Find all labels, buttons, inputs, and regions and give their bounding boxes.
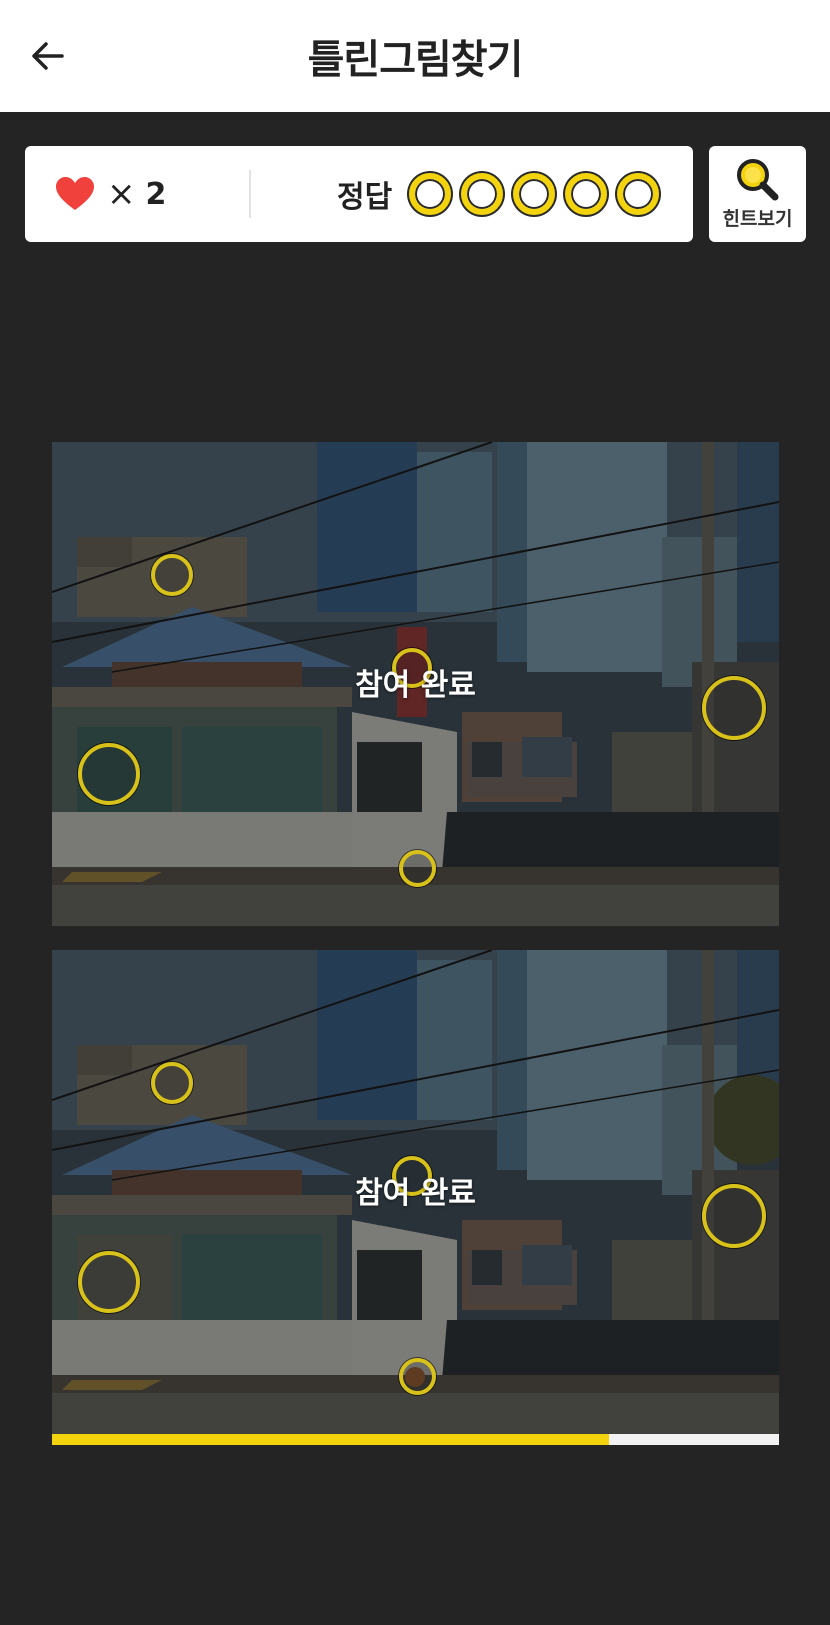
completed-overlay-text: 참여 완료 [355, 1176, 476, 1211]
heart-icon [56, 177, 94, 210]
answer-slot-1 [409, 173, 451, 215]
answer-slot-3 [513, 173, 555, 215]
status-card: × 2 정답 [25, 146, 693, 242]
original-image[interactable]: 참여 완료 [52, 442, 779, 926]
modified-image[interactable]: 참여 완료 [52, 950, 779, 1434]
lives-count: 2 [145, 176, 167, 212]
answer-slot-5 [617, 173, 659, 215]
answer-label: 정답 [337, 180, 393, 215]
answer-slot-2 [461, 173, 503, 215]
difference-marker-5[interactable] [399, 850, 436, 887]
difference-marker-1[interactable] [151, 1062, 193, 1104]
answer-slot-4 [565, 173, 607, 215]
time-progress-fill [52, 1434, 609, 1445]
hint-label: 힌트보기 [722, 207, 793, 230]
magnifier-icon [736, 158, 778, 200]
lives-multiplier: × [107, 174, 136, 214]
difference-marker-1[interactable] [151, 554, 193, 596]
difference-marker-3[interactable] [78, 1251, 140, 1313]
lives-indicator: × 2 [55, 146, 166, 242]
time-progress-bar [52, 1434, 779, 1445]
difference-marker-5[interactable] [399, 1358, 436, 1395]
difference-marker-3[interactable] [78, 743, 140, 805]
page-title: 틀린그림찾기 [307, 37, 524, 83]
hint-button[interactable]: 힌트보기 [709, 146, 806, 242]
answer-slots [409, 146, 659, 242]
app-bar: 틀린그림찾기 [0, 0, 830, 112]
completed-overlay-text: 참여 완료 [355, 668, 476, 703]
divider [249, 170, 251, 218]
